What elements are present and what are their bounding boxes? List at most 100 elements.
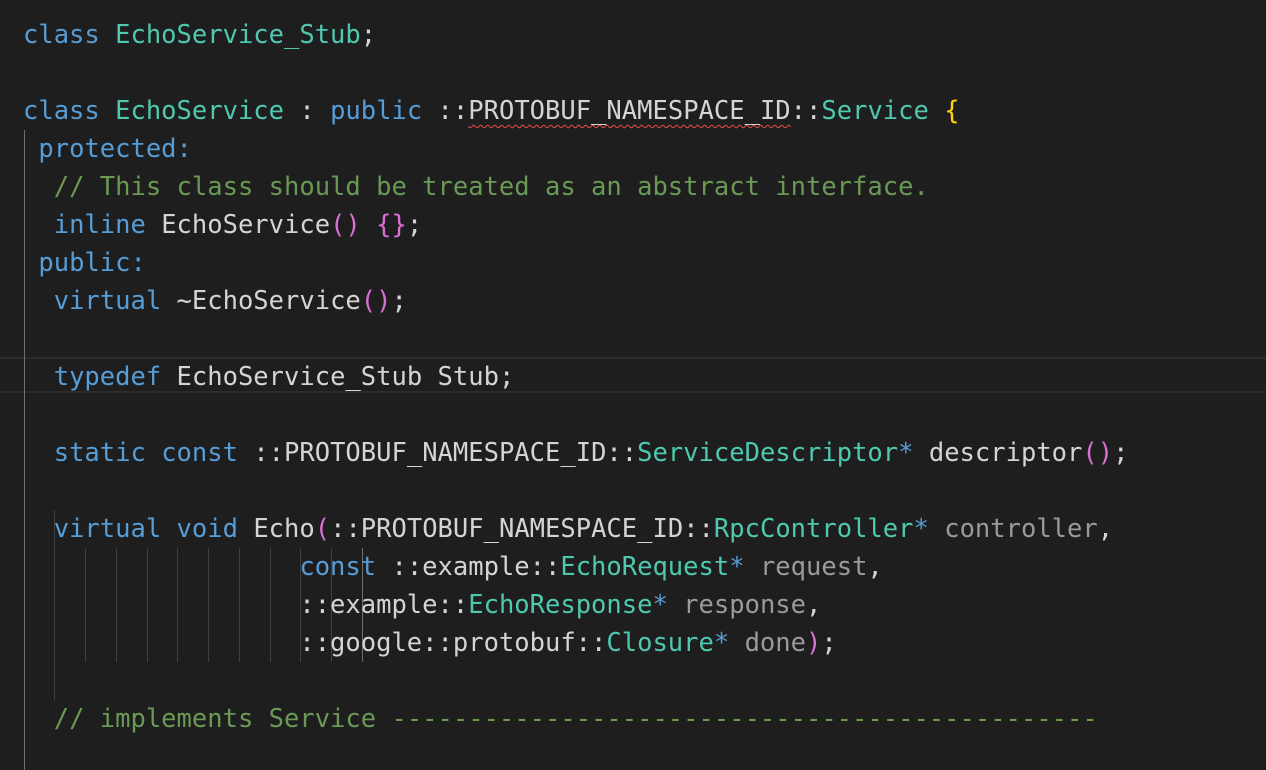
code-line[interactable]	[0, 396, 1266, 434]
code-line-text: ::example::EchoResponse* response,	[23, 586, 821, 624]
code-line-text: // implements Service ------------------…	[23, 700, 1098, 738]
code-token: RpcController	[713, 514, 914, 544]
code-token: ()	[360, 286, 392, 316]
code-token: class	[23, 96, 100, 126]
code-line-text: ::google::protobuf::Closure* done);	[23, 624, 837, 662]
code-token: done	[744, 628, 806, 658]
code-token: :	[284, 96, 331, 126]
code-token: public	[330, 96, 423, 126]
code-token: ServiceDescriptor	[637, 438, 899, 468]
code-line-text: class EchoService_Stub;	[23, 16, 376, 54]
code-line-text: virtual ~EchoService();	[23, 282, 407, 320]
code-line-text: protected:	[23, 130, 192, 168]
code-line[interactable]	[0, 320, 1266, 358]
code-token: ()	[1082, 438, 1114, 468]
code-line-text: static const ::PROTOBUF_NAMESPACE_ID::Se…	[23, 434, 1129, 472]
code-line[interactable]: class EchoService : public ::PROTOBUF_NA…	[0, 92, 1266, 130]
code-line[interactable]: typedef EchoService_Stub Stub;	[0, 358, 1266, 396]
code-token: EchoService	[115, 96, 285, 126]
code-token: ::example::	[299, 590, 469, 620]
code-token: response	[683, 590, 807, 620]
code-token: EchoService_Stub Stub;	[161, 362, 515, 392]
code-token: *	[913, 514, 929, 544]
code-token: )	[806, 628, 822, 658]
code-token: const	[161, 438, 238, 468]
code-line[interactable]: virtual void Echo(::PROTOBUF_NAMESPACE_I…	[0, 510, 1266, 548]
code-line[interactable]: protected:	[0, 130, 1266, 168]
code-line[interactable]: class EchoService_Stub;	[0, 16, 1266, 54]
code-token: Service	[821, 96, 929, 126]
code-token: ::	[790, 96, 822, 126]
code-token: static	[53, 438, 146, 468]
code-token: *	[713, 628, 730, 658]
code-token: // This class should be treated as an ab…	[53, 172, 929, 202]
code-token: request	[759, 552, 868, 582]
code-token: ::google::protobuf::	[299, 628, 607, 658]
code-token: public:	[38, 248, 146, 278]
code-token: *	[652, 590, 668, 620]
code-line[interactable]	[0, 54, 1266, 92]
code-token: descriptor	[913, 438, 1083, 468]
code-line-text: public:	[23, 244, 146, 282]
code-token: Closure	[606, 628, 714, 658]
code-line-text: const ::example::EchoRequest* request,	[23, 548, 883, 586]
code-line-text: // This class should be treated as an ab…	[23, 168, 929, 206]
code-line[interactable]: ::example::EchoResponse* response,	[0, 586, 1266, 624]
code-line[interactable]: static const ::PROTOBUF_NAMESPACE_ID::Se…	[0, 434, 1266, 472]
code-token: ::	[422, 96, 469, 126]
code-token: EchoResponse	[468, 590, 653, 620]
code-token: EchoService	[145, 210, 331, 240]
code-line[interactable]	[0, 472, 1266, 510]
code-line[interactable]: const ::example::EchoRequest* request,	[0, 548, 1266, 586]
code-token: Echo	[237, 514, 315, 544]
code-line-text: typedef EchoService_Stub Stub;	[23, 358, 515, 396]
code-line-text: inline EchoService() {};	[23, 206, 423, 244]
code-line[interactable]: // implements Service ------------------…	[0, 700, 1266, 738]
code-token: virtual	[53, 514, 162, 544]
code-token: ,	[806, 590, 822, 620]
code-token: (	[314, 514, 331, 544]
code-line-text: class EchoService : public ::PROTOBUF_NA…	[23, 92, 960, 130]
code-token: PROTOBUF_NAMESPACE_ID	[468, 96, 791, 126]
code-token: ;	[391, 286, 407, 316]
code-token: void	[176, 514, 238, 544]
code-line[interactable]: // This class should be treated as an ab…	[0, 168, 1266, 206]
code-line[interactable]: inline EchoService() {};	[0, 206, 1266, 244]
code-token: ::example::	[376, 552, 561, 582]
code-token: ::PROTOBUF_NAMESPACE_ID::	[237, 438, 638, 468]
code-token: // implements Service ------------------…	[53, 704, 1098, 734]
code-token: typedef	[53, 362, 162, 392]
code-line[interactable]: public:	[0, 244, 1266, 282]
code-editor[interactable]: class EchoService_Stub; class EchoService…	[0, 0, 1266, 770]
code-token: controller	[944, 514, 1098, 544]
code-token: EchoService_Stub	[115, 20, 361, 50]
code-token: ;	[821, 628, 837, 658]
code-token: {	[944, 96, 960, 126]
code-line[interactable]: ::google::protobuf::Closure* done);	[0, 624, 1266, 662]
code-token: virtual	[53, 286, 162, 316]
code-token: class	[23, 20, 100, 50]
code-token: ,	[867, 552, 883, 582]
code-line[interactable]: virtual ~EchoService();	[0, 282, 1266, 320]
code-line[interactable]	[0, 662, 1266, 700]
code-token: ~EchoService	[161, 286, 361, 316]
code-token: *	[729, 552, 745, 582]
code-token: EchoRequest	[560, 552, 730, 582]
